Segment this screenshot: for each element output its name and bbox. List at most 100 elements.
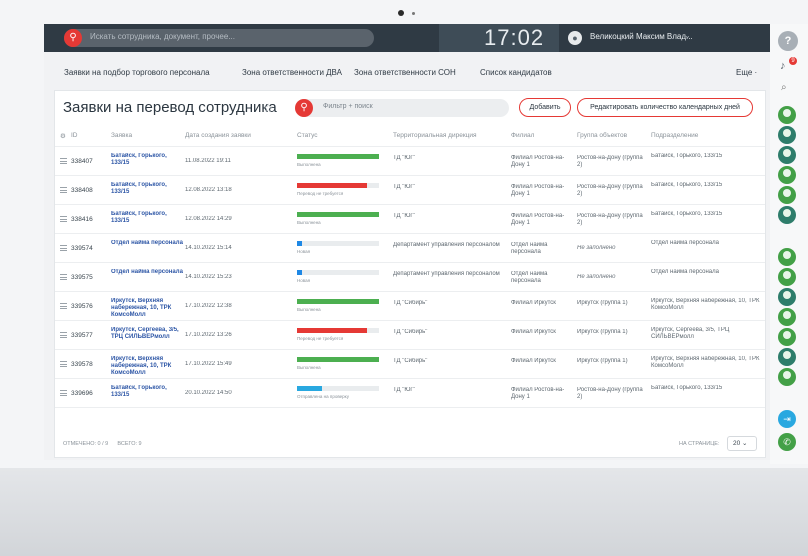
table-row[interactable]: 339575 Отдел найма персонала 14.10.2022 15… xyxy=(55,263,765,292)
tab-more[interactable]: Еще · xyxy=(736,68,757,77)
tab-son-zone[interactable]: Зона ответственности СОН xyxy=(354,68,456,77)
row-menu-icon[interactable] xyxy=(60,187,67,193)
row-request-link[interactable]: Батайск, Горького, 133/15 xyxy=(111,153,183,167)
contact-avatar-icon[interactable] xyxy=(778,268,796,286)
column-id[interactable]: ID xyxy=(71,132,78,139)
row-status: Выполнена xyxy=(297,365,321,370)
status-progress-bar xyxy=(297,328,379,333)
row-menu-icon[interactable] xyxy=(60,361,67,367)
row-territory: Департамент управления персоналом xyxy=(393,242,500,248)
row-id: 339577 xyxy=(71,332,93,339)
row-menu-icon[interactable] xyxy=(60,158,67,164)
status-progress-fill xyxy=(297,357,379,362)
per-page-select[interactable]: 20 ⌄ xyxy=(727,436,757,451)
row-created: 17.10.2022 15:49 xyxy=(185,361,232,367)
tab-candidates[interactable]: Список кандидатов xyxy=(480,68,552,77)
contact-avatar-icon[interactable] xyxy=(778,248,796,266)
contact-avatar-icon[interactable] xyxy=(778,126,796,144)
search-icon[interactable]: ⚲ xyxy=(64,29,82,47)
row-request-link[interactable]: Иркутск, Сергеева, 3/5, ТРЦ СИЛЬВЕРмолл xyxy=(111,327,183,341)
help-icon[interactable]: ? xyxy=(778,31,798,51)
column-group[interactable]: Группа объектов xyxy=(577,132,627,139)
status-progress-bar xyxy=(297,299,379,304)
row-group: Не заполнено xyxy=(577,274,616,280)
table-row[interactable]: 338407 Батайск, Горького, 133/15 11.08.202… xyxy=(55,147,765,176)
table-row[interactable]: 339578 Иркутск, Верхняя набережная, 10, Т… xyxy=(55,350,765,379)
row-menu-icon[interactable] xyxy=(60,332,67,338)
table-row[interactable]: 338416 Батайск, Горького, 133/15 12.08.202… xyxy=(55,205,765,234)
status-progress-fill xyxy=(297,270,302,275)
contact-avatar-icon[interactable] xyxy=(778,186,796,204)
tab-recruitment[interactable]: Заявки на подбор торгового персонала xyxy=(64,68,210,77)
row-territory: ТД "Юг" xyxy=(393,155,415,161)
contact-avatar-icon[interactable] xyxy=(778,308,796,326)
table-row[interactable]: 339576 Иркутск, Верхняя набережная, 10, Т… xyxy=(55,292,765,321)
notification-badge: 9 xyxy=(789,57,797,65)
row-branch: Филиал Иркутск xyxy=(511,329,556,335)
status-progress-fill xyxy=(297,299,379,304)
search-icon[interactable]: ⚲ xyxy=(295,99,313,117)
table-row[interactable]: 339574 Отдел найма персонала 14.10.2022 15… xyxy=(55,234,765,263)
row-created: 14.10.2022 15:14 xyxy=(185,245,232,251)
row-request-link[interactable]: Батайск, Горького, 133/15 xyxy=(111,385,183,399)
status-progress-fill xyxy=(297,386,322,391)
row-menu-icon[interactable] xyxy=(60,303,67,309)
column-division[interactable]: Подразделение xyxy=(651,132,698,139)
row-id: 339696 xyxy=(71,390,93,397)
contact-avatar-icon[interactable] xyxy=(778,166,796,184)
row-menu-icon[interactable] xyxy=(60,390,67,396)
column-branch[interactable]: Филиал xyxy=(511,132,534,139)
row-id: 339575 xyxy=(71,274,93,281)
row-division: Батайск, Горького, 133/15 xyxy=(651,153,723,159)
table-row[interactable]: 339577 Иркутск, Сергеева, 3/5, ТРЦ СИЛЬВЕ… xyxy=(55,321,765,350)
row-menu-icon[interactable] xyxy=(60,216,67,222)
row-branch: Филиал Ростов-на-Дону 1 xyxy=(511,155,565,168)
row-division: Отдел найма персонала xyxy=(651,269,719,275)
bell-icon[interactable]: ♪ xyxy=(780,60,786,72)
chevron-down-icon[interactable]: ⌄ xyxy=(684,31,691,40)
row-id: 339574 xyxy=(71,245,93,252)
row-status: Выполнена xyxy=(297,162,321,167)
star-icon[interactable]: ☆ xyxy=(263,101,274,115)
contact-avatar-icon[interactable] xyxy=(778,146,796,164)
row-request-link[interactable]: Батайск, Горького, 133/15 xyxy=(111,182,183,196)
user-menu[interactable]: ● Великоцкий Максим Влад... ⌄ xyxy=(568,30,696,46)
row-branch: Филиал Ростов-на-Дону 1 xyxy=(511,387,565,400)
contact-avatar-icon[interactable] xyxy=(778,288,796,306)
phone-icon[interactable]: ✆ xyxy=(778,433,796,451)
table-row[interactable]: 339696 Батайск, Горького, 133/15 20.10.202… xyxy=(55,379,765,408)
contact-avatar-icon[interactable] xyxy=(778,206,796,224)
filter-search[interactable]: ⚲ Фильтр + поиск xyxy=(295,99,509,117)
row-menu-icon[interactable] xyxy=(60,245,67,251)
row-request-link[interactable]: Отдел найма персонала xyxy=(111,269,183,276)
rail-search-icon[interactable]: ⌕ xyxy=(781,82,787,93)
row-menu-icon[interactable] xyxy=(60,274,67,280)
main-panel: Заявки на перевод сотрудника ☆ ⚲ Фильтр … xyxy=(54,90,766,458)
column-created[interactable]: Дата создания заявки xyxy=(185,132,251,139)
edit-days-button[interactable]: Редактировать количество календарных дне… xyxy=(577,98,753,117)
per-page-label: НА СТРАНИЦЕ: xyxy=(679,441,720,447)
column-territory[interactable]: Территориальная дирекция xyxy=(393,132,477,139)
table-row[interactable]: 338408 Батайск, Горького, 133/15 12.08.202… xyxy=(55,176,765,205)
contact-avatar-icon[interactable] xyxy=(778,328,796,346)
contact-avatar-icon[interactable] xyxy=(778,348,796,366)
status-progress-fill xyxy=(297,328,367,333)
add-button[interactable]: Добавить xyxy=(519,98,571,117)
contact-avatar-icon[interactable] xyxy=(778,106,796,124)
row-division: Отдел найма персонала xyxy=(651,240,719,246)
row-territory: Департамент управления персоналом xyxy=(393,271,500,277)
row-branch: Отдел найма персонала xyxy=(511,271,548,284)
contact-avatar-icon[interactable] xyxy=(778,368,796,386)
exit-icon[interactable]: ⇥ xyxy=(778,410,796,428)
row-request-link[interactable]: Отдел найма персонала xyxy=(111,240,183,247)
settings-icon[interactable]: ⚙ xyxy=(60,132,66,140)
row-branch: Филиал Иркутск xyxy=(511,300,556,306)
row-request-link[interactable]: Батайск, Горького, 133/15 xyxy=(111,211,183,225)
table-footer: ОТМЕЧЕНО: 0 / 9 ВСЕГО: 9 НА СТРАНИЦЕ: 20… xyxy=(55,433,765,457)
column-request[interactable]: Заявка xyxy=(111,132,132,139)
row-request-link[interactable]: Иркутск, Верхняя набережная, 10, ТРК Ком… xyxy=(111,298,183,319)
column-status[interactable]: Статус xyxy=(297,132,318,139)
tab-dva-zone[interactable]: Зона ответственности ДВА xyxy=(242,68,342,77)
row-request-link[interactable]: Иркутск, Верхняя набережная, 10, ТРК Ком… xyxy=(111,356,183,377)
global-search[interactable]: ⚲ Искать сотрудника, документ, прочее... xyxy=(64,29,374,47)
